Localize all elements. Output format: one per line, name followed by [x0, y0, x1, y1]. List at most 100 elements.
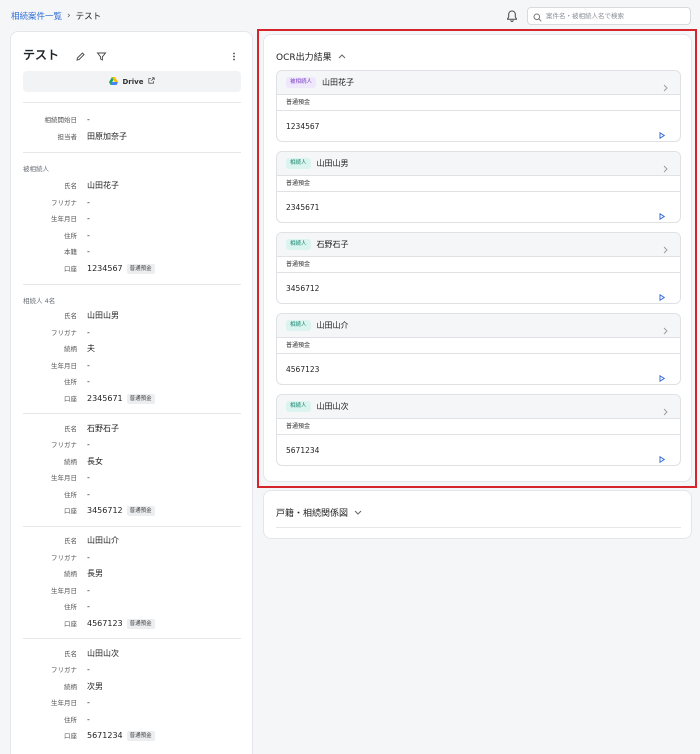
field-row: 氏名 石野石子 [23, 423, 243, 435]
field-value-text: - [87, 360, 90, 370]
koseki-title: 戸籍・相続関係図 [276, 509, 349, 519]
field-row: 生年月日 - [23, 697, 243, 709]
field-value: 田原加奈子 [87, 131, 127, 143]
ocr-card-header[interactable]: 相続人 山田山介 [277, 314, 680, 338]
drive-label: Drive [122, 77, 144, 86]
field-row: 生年月日 - [23, 585, 243, 597]
field-value: 3456712 普通預金 [87, 505, 155, 517]
field-value: - [87, 197, 90, 209]
role-badge: 相続人 [286, 320, 311, 331]
role-badge: 相続人 [286, 158, 311, 169]
field-value: - [87, 697, 90, 709]
divider [276, 527, 681, 528]
field-row: 続柄 長女 [23, 456, 243, 468]
play-icon[interactable] [659, 124, 666, 141]
ocr-card-header[interactable]: 被相続人 山田花子 [277, 71, 680, 95]
field-value: 2345671 普通預金 [87, 393, 155, 405]
case-header: テスト [23, 46, 243, 62]
divider [23, 413, 241, 414]
role-badge: 相続人 [286, 401, 311, 412]
field-label: 続柄 [64, 457, 77, 466]
edit-pencil-icon[interactable] [75, 47, 86, 66]
ocr-card-header[interactable]: 相続人 山田山男 [277, 152, 680, 176]
person-name: 山田花子 [322, 78, 355, 87]
field-row: 続柄 長男 [23, 568, 243, 580]
play-icon[interactable] [659, 448, 666, 465]
field-value: - [87, 246, 90, 258]
divider [23, 284, 241, 285]
ocr-section-toggle[interactable]: OCR出力結果 [276, 50, 346, 63]
person-name: 石野石子 [316, 240, 349, 249]
play-icon[interactable] [659, 286, 666, 303]
breadcrumb: 相続案件一覧 › テスト [11, 10, 101, 22]
divider [23, 525, 241, 527]
field-value-text: - [87, 230, 90, 240]
notification-bell-icon[interactable] [505, 8, 519, 22]
field-value: 山田山男 [87, 310, 119, 322]
app-header: 相続案件一覧 › テスト [0, 0, 700, 32]
field-row: 住所 - [23, 601, 243, 613]
field-label: 口座 [64, 732, 77, 740]
field-value-text: 長男 [87, 569, 103, 578]
play-icon[interactable] [659, 205, 666, 222]
field-row: 口座 1234567 普通預金 [23, 263, 243, 275]
field-value-text: - [87, 327, 90, 337]
field-row: 住所 - [23, 714, 243, 726]
breadcrumb-case-list-link[interactable]: 相続案件一覧 [11, 10, 62, 22]
field-value: - [87, 439, 90, 451]
more-options-icon[interactable] [231, 47, 237, 66]
field-value-text: 山田山次 [87, 648, 119, 658]
field-label: 続柄 [64, 345, 77, 353]
field-row: 生年月日 - [23, 360, 243, 372]
chevron-right-icon [663, 320, 668, 339]
search-input[interactable] [546, 12, 686, 20]
koseki-panel: 戸籍・相続関係図 [263, 490, 692, 539]
field-row: 相続開始日 - [23, 114, 243, 126]
field-label: 続柄 [64, 570, 77, 578]
ocr-card-header[interactable]: 相続人 石野石子 [277, 233, 680, 257]
field-value-text: 田原加奈子 [87, 131, 127, 141]
ocr-card-header[interactable]: 相続人 山田山次 [277, 395, 680, 419]
field-value: 次男 [87, 681, 103, 693]
field-label: 住所 [64, 490, 77, 499]
field-label: 氏名 [64, 649, 77, 658]
search-icon [533, 7, 542, 26]
ocr-results-panel: OCR出力結果 被相続人 山田花子普通預金 1234567 相続人 山田山男 普通預金 23… [263, 34, 692, 482]
field-value-text: - [87, 377, 90, 386]
field-row: 口座 4567123 普通預金 [23, 618, 243, 630]
field-value-text: 4567123 [87, 618, 123, 628]
field-label: 氏名 [64, 537, 77, 545]
koseki-section-toggle[interactable]: 戸籍・相続関係図 [276, 506, 362, 519]
ocr-result-card: 相続人 山田山男 普通預金 2345671 [276, 151, 681, 223]
field-label: 住所 [64, 378, 77, 386]
field-label: 氏名 [64, 312, 77, 320]
chevron-down-icon [354, 508, 362, 518]
field-value: - [87, 664, 90, 676]
person-name: 山田山次 [316, 402, 349, 411]
play-icon[interactable] [659, 367, 666, 384]
role-badge: 被相続人 [286, 77, 317, 88]
field-label: フリガナ [51, 198, 77, 207]
field-value-text: - [87, 115, 90, 124]
field-label: 氏名 [64, 424, 77, 433]
field-label: 生年月日 [51, 586, 77, 595]
field-value-text: - [87, 698, 90, 707]
filter-icon[interactable] [96, 47, 107, 66]
field-label: フリガナ [51, 328, 77, 337]
chevron-up-icon [338, 52, 346, 62]
field-label: 本籍 [64, 248, 77, 256]
field-value: - [87, 360, 90, 372]
account-type-label: 普通預金 [277, 257, 680, 273]
field-value: 山田山介 [87, 535, 119, 547]
field-value: - [87, 376, 90, 388]
field-value-text: 夫 [87, 344, 95, 353]
field-value-text: 3456712 [87, 506, 123, 515]
field-row: 続柄 次男 [23, 681, 243, 693]
field-row: 生年月日 - [23, 472, 243, 484]
account-type-label: 普通預金 [277, 338, 680, 354]
account-type-tag: 普通預金 [126, 618, 155, 629]
field-label: 生年月日 [51, 699, 77, 707]
field-label: 相続開始日 [44, 116, 78, 124]
drive-button[interactable]: Drive [23, 71, 241, 92]
account-number: 1234567 [286, 122, 320, 131]
